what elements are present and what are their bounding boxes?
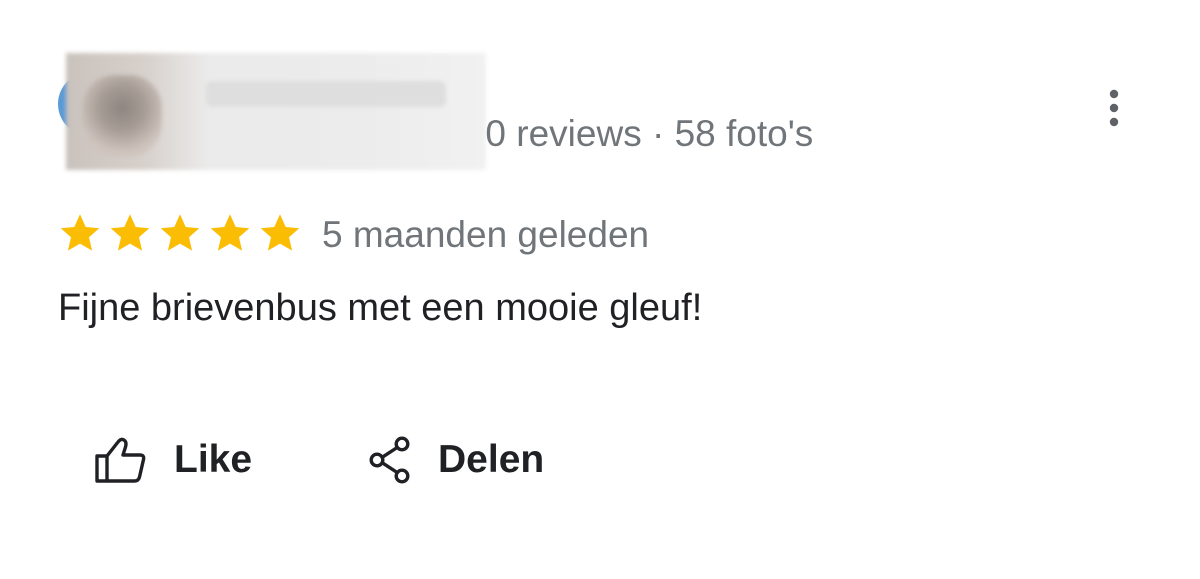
reviewer-name-blurred (206, 81, 446, 107)
thumb-up-icon (95, 437, 146, 483)
star-icon (260, 214, 300, 251)
reviewer-meta: 0 reviews · 58 foto's (476, 113, 813, 155)
like-label: Like (174, 438, 253, 481)
like-button[interactable]: Like (94, 432, 252, 488)
reviewer-meta-clipped-count: 0 (485, 113, 506, 154)
reviewer-meta-text: reviews · 58 foto's (506, 113, 814, 154)
share-icon (369, 436, 410, 484)
review-text: Fijne brievenbus met een mooie gleuf! (58, 287, 703, 329)
reviewer-redaction-blur (66, 53, 486, 170)
share-button[interactable]: Delen (368, 432, 544, 488)
avatar-blurred-photo (82, 75, 162, 157)
star-icon (210, 214, 250, 251)
more-options-button[interactable] (1096, 86, 1132, 130)
star-rating (58, 211, 302, 255)
star-icon (60, 214, 100, 251)
more-vert-icon (1109, 89, 1119, 127)
star-icon (110, 214, 150, 251)
review-time-ago: 5 maanden geleden (322, 214, 650, 255)
share-label: Delen (438, 438, 545, 481)
star-icon (160, 214, 200, 251)
